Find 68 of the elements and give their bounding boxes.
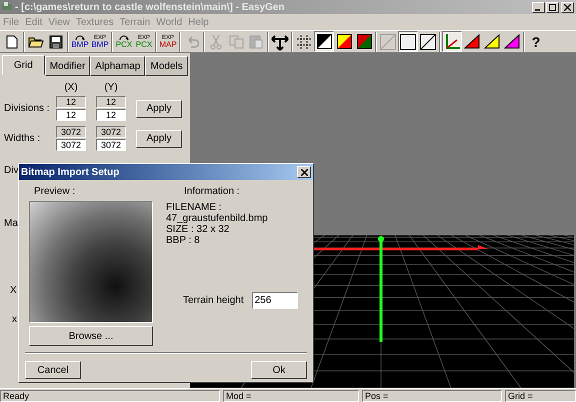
row-label: Widths :	[4, 132, 42, 146]
square-icon	[400, 34, 416, 50]
window-title: - [c:\games\return to castle wolfenstein\main\] - EasyGen	[15, 0, 285, 14]
apply-button[interactable]: Apply	[136, 100, 182, 118]
current-value: 3072	[96, 126, 126, 138]
input-field[interactable]: 3072	[56, 139, 86, 151]
toolbar-button[interactable]	[334, 31, 354, 52]
apply-button[interactable]: Apply	[136, 130, 182, 148]
dialog-title: Bitmap Import Setup	[21, 166, 120, 180]
info-text: FILENAME : 47_graustufenbild.bmp	[166, 202, 269, 224]
current-value: 12	[56, 96, 86, 108]
new-file-icon	[6, 34, 18, 48]
toolbar-button[interactable]	[418, 31, 438, 52]
status-pane: Mod =	[223, 390, 359, 402]
diagonal-square-icon	[380, 34, 396, 50]
axes-icon	[443, 32, 461, 50]
maximize-icon	[549, 4, 556, 10]
cancel-button[interactable]: Cancel	[25, 361, 81, 379]
row-label: Div	[4, 164, 18, 178]
status-pane: Ready	[0, 390, 220, 402]
color-swatch-icon	[336, 34, 352, 49]
color-swatch-icon	[316, 34, 332, 49]
toolbar-button[interactable]	[354, 31, 374, 52]
row-label: Divisions :	[4, 102, 51, 116]
input-field[interactable]: 12	[56, 109, 86, 121]
curved-arrow-icon	[75, 34, 85, 40]
information-label: Information :	[183, 185, 241, 199]
browse-button[interactable]: Browse ...	[29, 326, 153, 346]
toolbar-button[interactable]	[398, 31, 418, 52]
scissors-icon	[210, 34, 222, 50]
field-label: x	[12, 313, 17, 327]
tab[interactable]: Models	[145, 56, 188, 76]
toolbar-button[interactable]	[442, 31, 462, 52]
tab[interactable]: Modifier	[44, 56, 90, 76]
maximize-button[interactable]	[546, 2, 559, 12]
terrain-height-label: Terrain height	[183, 294, 244, 308]
x-header: (X)	[63, 81, 79, 95]
minimize-button[interactable]	[532, 2, 545, 12]
terrain-height-field[interactable]: 256	[252, 292, 298, 309]
color-swatch-icon	[356, 34, 372, 49]
diagonal-square-icon	[420, 34, 436, 50]
tab[interactable]: Grid	[2, 55, 45, 75]
row-label: Ma	[4, 217, 18, 231]
current-value: 3072	[56, 126, 86, 138]
status-pane: Grid =	[505, 390, 576, 402]
move-arrows-icon	[271, 32, 289, 50]
current-value: 12	[96, 96, 126, 108]
clipboard-icon	[249, 34, 263, 49]
curved-arrow-icon	[119, 34, 129, 40]
status-pane: Pos =	[362, 390, 502, 402]
preview-label: Preview :	[33, 185, 76, 199]
copy-icon	[228, 34, 244, 48]
y-header: (Y)	[103, 81, 119, 95]
close-button[interactable]	[561, 2, 574, 12]
open-folder-icon	[28, 35, 44, 48]
tab[interactable]: Alphamap	[90, 56, 146, 76]
info-text: SIZE : 32 x 32	[166, 224, 230, 235]
grid-icon	[296, 34, 312, 50]
info-text: BBP : 8	[166, 235, 201, 246]
checkbox-label: X	[10, 284, 17, 298]
input-field[interactable]: 3072	[96, 139, 126, 151]
close-icon	[300, 168, 308, 176]
ok-button[interactable]: Ok	[251, 361, 307, 379]
app-icon	[2, 2, 12, 12]
input-field[interactable]: 12	[96, 109, 126, 121]
close-icon	[564, 4, 571, 10]
toolbar-button[interactable]	[314, 31, 334, 52]
close-button[interactable]	[297, 166, 311, 178]
